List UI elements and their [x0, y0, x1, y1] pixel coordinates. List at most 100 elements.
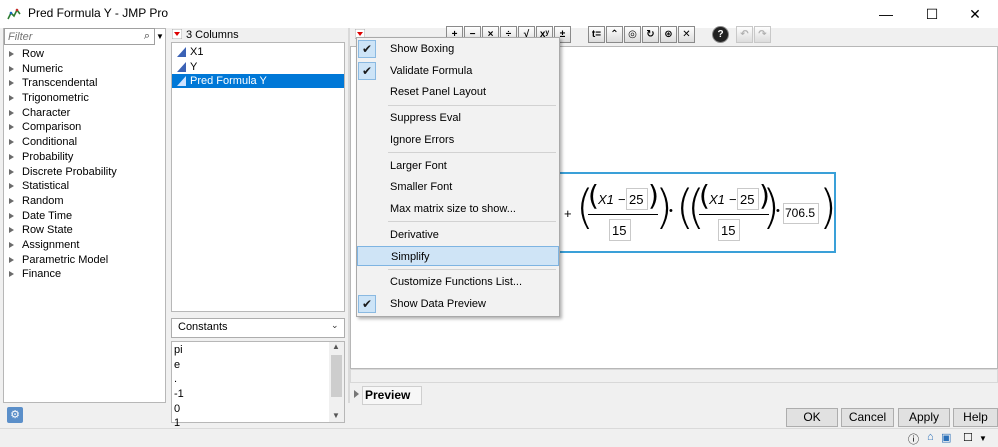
menu-item-simplify[interactable]: Simplify [357, 246, 559, 266]
swap-icon[interactable]: ↻ [642, 26, 659, 43]
constant-item[interactable]: -1 [174, 387, 184, 402]
constant-item[interactable]: pi [174, 343, 184, 358]
function-category-label: Probability [22, 150, 74, 163]
window-list-icon[interactable]: ▣ [941, 431, 951, 444]
expand-triangle-icon[interactable] [9, 80, 14, 87]
chevron-down-icon[interactable]: ⌄ [331, 320, 339, 331]
function-category-item[interactable]: Trigonometric [4, 91, 164, 106]
continuous-column-icon [177, 47, 186, 57]
close-window-button[interactable]: ✕ [952, 0, 998, 28]
expand-triangle-icon[interactable] [9, 153, 14, 160]
column-item[interactable]: Y [172, 60, 344, 74]
function-category-item[interactable]: Numeric [4, 62, 164, 77]
menu-item-suppress-eval[interactable]: Suppress Eval [357, 108, 559, 128]
function-category-label: Row State [22, 224, 73, 237]
formula-plus: + [564, 206, 572, 221]
gear-icon[interactable]: ⚙ [7, 407, 23, 423]
unary-icon[interactable]: ◎ [624, 26, 641, 43]
filter-input[interactable] [5, 29, 133, 44]
expand-triangle-icon[interactable] [9, 183, 14, 190]
menu-item-derivative[interactable]: Derivative [357, 225, 559, 245]
formula-variable-2: X1 [709, 192, 725, 207]
minimize-button[interactable]: — [863, 0, 909, 28]
expand-triangle-icon[interactable] [9, 168, 14, 175]
menu-item-ignore-errors[interactable]: Ignore Errors [357, 130, 559, 150]
apply-button[interactable]: Apply [898, 408, 950, 427]
menu-item-show-boxing[interactable]: ✔ Show Boxing [357, 39, 559, 59]
expand-triangle-icon[interactable] [9, 109, 14, 116]
redo-icon[interactable]: ↷ [754, 26, 771, 43]
delete-icon[interactable]: ✕ [678, 26, 695, 43]
columns-red-triangle-icon[interactable] [172, 29, 182, 39]
function-category-item[interactable]: Row State [4, 223, 164, 238]
constant-item[interactable]: . [174, 372, 184, 387]
column-item[interactable]: Pred Formula Y [172, 74, 344, 88]
function-category-item[interactable]: Statistical [4, 179, 164, 194]
expand-triangle-icon[interactable] [9, 271, 14, 278]
expand-triangle-icon[interactable] [9, 65, 14, 72]
preview-outline-header[interactable]: Preview [362, 386, 422, 405]
expand-triangle-icon[interactable] [9, 95, 14, 102]
menu-item-smaller-font[interactable]: Smaller Font [357, 177, 559, 197]
info-icon[interactable]: ⓘ [908, 431, 919, 447]
maximize-button[interactable]: ☐ [909, 0, 955, 28]
window-checkbox-icon[interactable]: ☐ [963, 431, 973, 444]
menu-separator [388, 221, 556, 222]
function-category-item[interactable]: Character [4, 106, 164, 121]
constant-item[interactable]: 0 [174, 402, 184, 417]
assign-icon[interactable]: t= [588, 26, 605, 43]
scroll-down-icon[interactable]: ▼ [332, 411, 340, 420]
checkmark-icon: ✔ [358, 295, 376, 313]
expand-triangle-icon[interactable] [9, 51, 14, 57]
formula-display[interactable]: + ( ( X1 − 25 ) 15 ) • ( ( ( X1 − 25 ) 1… [558, 172, 837, 253]
horizontal-scrollbar[interactable] [350, 369, 998, 383]
function-category-item[interactable]: Probability [4, 150, 164, 165]
search-icon[interactable]: ⌕ [144, 30, 150, 43]
filter-dropdown-icon[interactable]: ▼ [156, 30, 165, 43]
menu-item-label: Suppress Eval [390, 112, 461, 124]
menu-item-max-matrix-size-to-show[interactable]: Max matrix size to show... [357, 199, 559, 219]
function-category-item[interactable]: Discrete Probability [4, 165, 164, 180]
help-icon[interactable]: ? [712, 26, 729, 43]
formula-dot-2: • [776, 205, 780, 217]
function-category-item[interactable]: Comparison [4, 120, 164, 135]
home-window-icon[interactable]: ⌂ [927, 431, 934, 443]
menu-item-reset-panel-layout[interactable]: Reset Panel Layout [357, 82, 559, 102]
disclosure-triangle-icon[interactable] [354, 390, 359, 398]
expand-triangle-icon[interactable] [9, 212, 14, 219]
menu-item-validate-formula[interactable]: ✔ Validate Formula [357, 61, 559, 81]
expand-triangle-icon[interactable] [9, 197, 14, 204]
undo-icon[interactable]: ↶ [736, 26, 753, 43]
cancel-button[interactable]: Cancel [841, 408, 894, 427]
function-category-label: Date Time [22, 209, 73, 222]
menu-item-larger-font[interactable]: Larger Font [357, 156, 559, 176]
function-category-item[interactable]: Date Time [4, 209, 164, 224]
menu-item-customize-functions-list[interactable]: Customize Functions List... [357, 272, 559, 292]
function-category-item[interactable]: Finance [4, 267, 164, 282]
jmp-app-icon [7, 7, 21, 21]
expand-triangle-icon[interactable] [9, 124, 14, 131]
function-category-item[interactable]: Transcendental [4, 76, 164, 91]
expand-triangle-icon[interactable] [9, 241, 14, 248]
expand-triangle-icon[interactable] [9, 256, 14, 263]
menu-item-label: Larger Font [390, 160, 447, 172]
function-category-item[interactable]: Assignment [4, 238, 164, 253]
constant-item[interactable]: e [174, 358, 184, 373]
expand-triangle-icon[interactable] [9, 139, 14, 146]
menu-item-label: Show Data Preview [390, 298, 486, 310]
chevron-down-icon[interactable]: ▼ [979, 434, 987, 443]
function-category-item[interactable]: Row [4, 47, 164, 62]
column-item[interactable]: X1 [172, 45, 344, 59]
expand-triangle-icon[interactable] [9, 227, 14, 234]
function-category-item[interactable]: Random [4, 194, 164, 209]
help-button[interactable]: Help [953, 408, 998, 427]
peel-icon[interactable]: ⌃ [606, 26, 623, 43]
ok-button[interactable]: OK [786, 408, 838, 427]
scroll-up-icon[interactable]: ▲ [332, 342, 340, 351]
function-category-item[interactable]: Conditional [4, 135, 164, 150]
local-icon[interactable]: ⊛ [660, 26, 677, 43]
constants-scrollbar-thumb[interactable] [331, 355, 342, 397]
constants-list-pane [171, 341, 345, 423]
function-category-item[interactable]: Parametric Model [4, 253, 164, 268]
menu-item-show-data-preview[interactable]: ✔ Show Data Preview [357, 294, 559, 314]
